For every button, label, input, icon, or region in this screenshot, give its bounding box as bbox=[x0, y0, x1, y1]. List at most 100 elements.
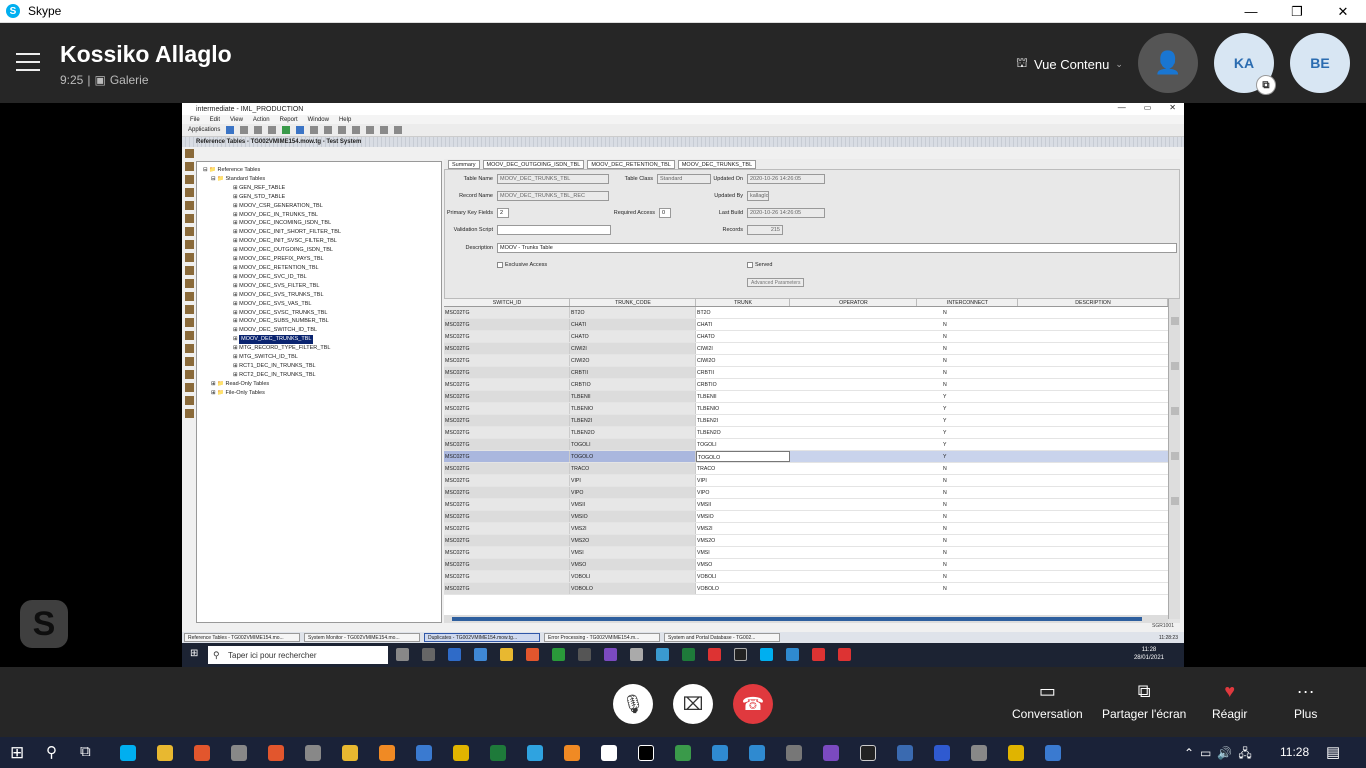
minimize-button[interactable]: — bbox=[1228, 0, 1274, 23]
tab-trunks[interactable]: MOOV_DEC_TRUNKS_TBL bbox=[677, 160, 757, 169]
tree-item[interactable]: ⊞ GEN_STD_TABLE bbox=[199, 193, 439, 202]
table-cell[interactable]: VMS2I bbox=[570, 523, 696, 534]
table-cell[interactable]: Y bbox=[917, 391, 1018, 402]
nav-icon[interactable] bbox=[185, 240, 194, 249]
toolbar-icon[interactable] bbox=[296, 126, 305, 134]
table-row[interactable]: MSC02TG CIWI2O CIWI2O N bbox=[444, 355, 1168, 367]
tab-retention[interactable]: MOOV_DEC_RETENTION_TBL bbox=[587, 160, 675, 169]
tree-item[interactable]: ⊞ MOOV_DEC_SVC_ID_TBL bbox=[199, 273, 439, 282]
table-cell[interactable] bbox=[1018, 451, 1168, 462]
table-cell[interactable]: MSC02TG bbox=[444, 439, 570, 450]
table-cell[interactable]: CHATI bbox=[570, 319, 696, 330]
tree-item[interactable]: ⊞ MOOV_DEC_IN_TRUNKS_TBL bbox=[199, 211, 439, 220]
table-cell[interactable]: TRACO bbox=[696, 463, 790, 474]
search-icon[interactable]: ⚲ bbox=[46, 743, 57, 761]
app-icon[interactable] bbox=[396, 648, 409, 661]
app-icon[interactable] bbox=[552, 648, 565, 661]
table-cell[interactable]: N bbox=[917, 379, 1018, 390]
app-icon[interactable] bbox=[578, 648, 591, 661]
table-cell[interactable]: MSC02TG bbox=[444, 499, 570, 510]
tree-group[interactable]: ⊞ 📁 File-Only Tables bbox=[199, 389, 439, 398]
tree-group[interactable]: ⊞ 📁 Read-Only Tables bbox=[199, 380, 439, 389]
table-cell[interactable]: CRBTII bbox=[570, 367, 696, 378]
table-cell[interactable] bbox=[790, 439, 917, 450]
table-row[interactable]: MSC02TG VOBOLO VOBOLO N bbox=[444, 583, 1168, 595]
table-cell[interactable]: N bbox=[917, 487, 1018, 498]
table-cell[interactable]: N bbox=[917, 511, 1018, 522]
table-cell[interactable]: Y bbox=[917, 451, 1018, 462]
window-tab[interactable]: System and Portal Database - TG002... bbox=[664, 633, 780, 642]
table-cell[interactable]: VMS2I bbox=[696, 523, 790, 534]
table-cell[interactable]: TOGOLO bbox=[570, 451, 696, 462]
toolbar-icon[interactable] bbox=[338, 126, 347, 134]
nav-icon[interactable] bbox=[1171, 317, 1179, 325]
tree-item[interactable]: ⊞ MOOV_DEC_SVS_FILTER_TBL bbox=[199, 282, 439, 291]
table-cell[interactable]: N bbox=[917, 571, 1018, 582]
table-cell[interactable]: CIWI2I bbox=[696, 343, 790, 354]
table-name-field[interactable]: MOOV_DEC_TRUNKS_TBL bbox=[497, 174, 609, 184]
table-cell[interactable]: N bbox=[917, 583, 1018, 594]
table-cell[interactable] bbox=[1018, 343, 1168, 354]
table-cell[interactable]: CHATO bbox=[570, 331, 696, 342]
delete-icon[interactable] bbox=[394, 126, 403, 134]
app-icon[interactable] bbox=[812, 648, 825, 661]
table-row[interactable]: MSC02TG VMSII VMSII N bbox=[444, 499, 1168, 511]
column-header[interactable]: DESCRIPTION bbox=[1018, 299, 1168, 306]
required-access-field[interactable]: 0 bbox=[659, 208, 671, 218]
table-cell[interactable] bbox=[790, 319, 917, 330]
table-cell[interactable]: MSC02TG bbox=[444, 571, 570, 582]
table-cell[interactable] bbox=[790, 379, 917, 390]
chrome-icon[interactable] bbox=[453, 745, 469, 761]
table-cell[interactable]: N bbox=[917, 331, 1018, 342]
app-icon[interactable] bbox=[422, 648, 435, 661]
table-cell[interactable]: MSC02TG bbox=[444, 451, 570, 462]
toolbar-icon[interactable] bbox=[380, 126, 389, 134]
table-cell[interactable] bbox=[1018, 307, 1168, 318]
app-icon[interactable] bbox=[682, 648, 695, 661]
description-field[interactable]: MOOV - Trunks Table bbox=[497, 243, 1177, 253]
app-icon[interactable] bbox=[564, 745, 580, 761]
toolbar-icon[interactable] bbox=[366, 126, 375, 134]
table-cell[interactable] bbox=[790, 367, 917, 378]
table-cell[interactable]: TOGOLI bbox=[696, 439, 790, 450]
nav-icon[interactable] bbox=[185, 149, 194, 158]
app-icon[interactable] bbox=[638, 745, 654, 761]
horizontal-scrollbar[interactable] bbox=[444, 615, 1168, 623]
file-explorer-icon[interactable] bbox=[157, 745, 173, 761]
scrollbar-thumb[interactable] bbox=[452, 617, 1142, 621]
tree-item[interactable]: ⊞ MOOV_DEC_INIT_SVSC_FILTER_TBL bbox=[199, 237, 439, 246]
table-cell[interactable] bbox=[790, 583, 917, 594]
table-row[interactable]: MSC02TG VMSIO VMSIO N bbox=[444, 511, 1168, 523]
table-cell[interactable]: CIWI2O bbox=[696, 355, 790, 366]
system-tray-icons[interactable]: ⌃▭🔊🖧 bbox=[1184, 744, 1258, 765]
app-icon[interactable] bbox=[1045, 745, 1061, 761]
table-cell[interactable] bbox=[1018, 511, 1168, 522]
table-row[interactable]: MSC02TG VMSO VMSO N bbox=[444, 559, 1168, 571]
table-cell[interactable]: TLBENII bbox=[570, 391, 696, 402]
nav-icon[interactable] bbox=[185, 305, 194, 314]
tree-item[interactable]: ⊞ MOOV_DEC_SUBS_NUMBER_TBL bbox=[199, 317, 439, 326]
table-cell[interactable]: VMSI bbox=[696, 547, 790, 558]
search-input[interactable]: ⚲ Taper ici pour rechercher bbox=[208, 646, 388, 664]
vertical-scrollbar[interactable] bbox=[1168, 299, 1180, 619]
table-cell[interactable]: MSC02TG bbox=[444, 415, 570, 426]
app-icon[interactable] bbox=[675, 745, 691, 761]
table-cell[interactable]: VMSII bbox=[570, 499, 696, 510]
table-row[interactable]: MSC02TG CHATO CHATO N bbox=[444, 331, 1168, 343]
table-cell[interactable]: VMSIO bbox=[696, 511, 790, 522]
table-cell[interactable]: MSC02TG bbox=[444, 427, 570, 438]
content-view-dropdown[interactable]: ⛫ Vue Contenu ⌄ bbox=[1016, 55, 1123, 73]
table-cell[interactable] bbox=[1018, 523, 1168, 534]
table-cell[interactable] bbox=[790, 487, 917, 498]
table-cell[interactable] bbox=[790, 343, 917, 354]
nav-icon[interactable] bbox=[185, 279, 194, 288]
table-cell[interactable]: TOGOLO bbox=[696, 451, 790, 462]
vscode-icon[interactable] bbox=[749, 745, 765, 761]
table-cell[interactable]: N bbox=[917, 307, 1018, 318]
table-cell[interactable] bbox=[1018, 391, 1168, 402]
table-cell[interactable]: MSC02TG bbox=[444, 391, 570, 402]
table-cell[interactable]: VOBOLO bbox=[696, 583, 790, 594]
table-cell[interactable]: MSC02TG bbox=[444, 379, 570, 390]
table-cell[interactable]: VOBOLO bbox=[570, 583, 696, 594]
video-button[interactable]: ⌧ bbox=[673, 684, 713, 724]
